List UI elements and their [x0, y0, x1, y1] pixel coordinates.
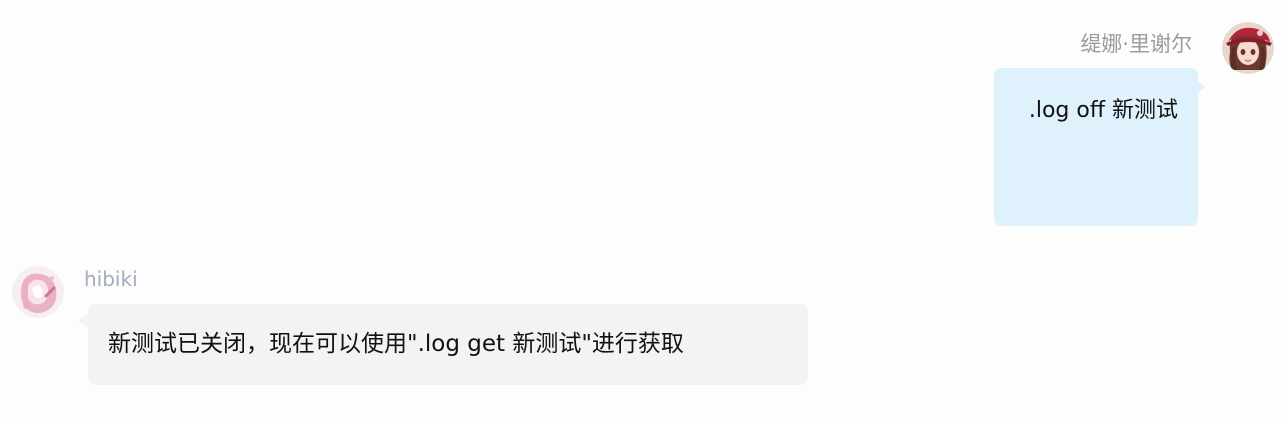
- chat-log: 缇娜·里谢尔 .log off 新测试 hibiki 新测试已关闭，现在可以使用…: [0, 0, 1288, 422]
- message-incoming: hibiki 新测试已关闭，现在可以使用".log get 新测试"进行获取: [12, 262, 832, 392]
- sender-name: hibiki: [84, 267, 138, 291]
- message-text: .log off 新测试: [1028, 98, 1178, 123]
- message-bubble[interactable]: .log off 新测试: [994, 68, 1198, 226]
- message-text: 新测试已关闭，现在可以使用".log get 新测试"进行获取: [108, 331, 684, 357]
- message-bubble[interactable]: 新测试已关闭，现在可以使用".log get 新测试"进行获取: [88, 304, 808, 385]
- sender-name: 缇娜·里谢尔: [1080, 32, 1192, 56]
- message-outgoing: 缇娜·里谢尔 .log off 新测试: [954, 22, 1274, 232]
- bubble-tail: [78, 314, 88, 328]
- user-avatar-icon[interactable]: [1222, 22, 1274, 74]
- bot-avatar-icon[interactable]: [12, 266, 64, 318]
